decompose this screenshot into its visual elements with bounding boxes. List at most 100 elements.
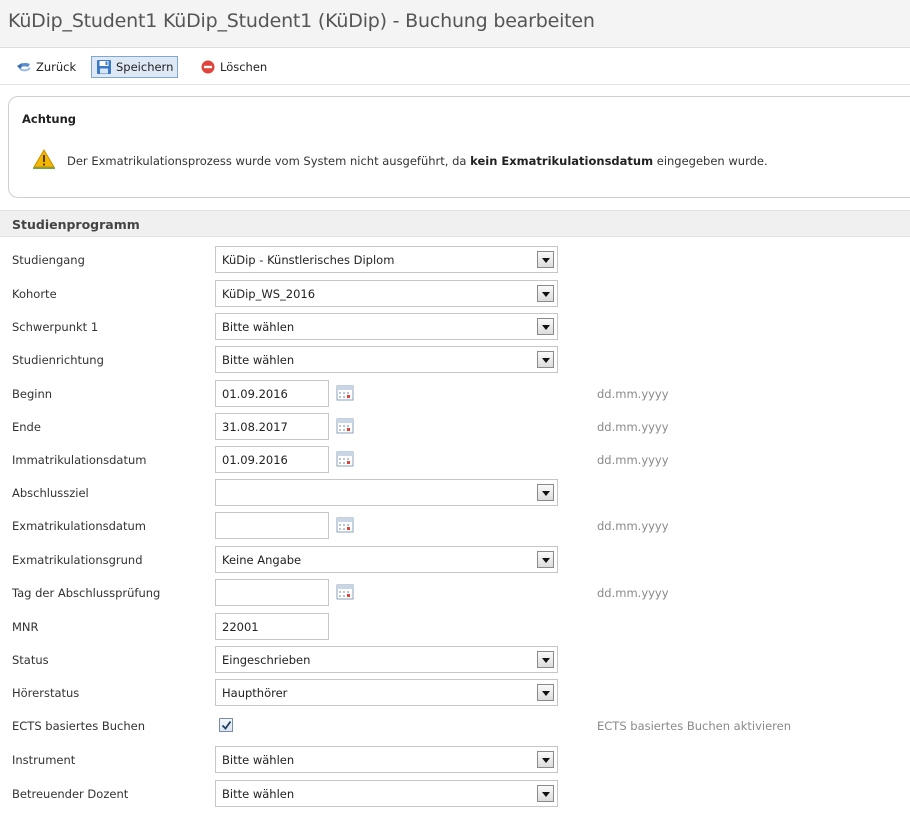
chevron-down-icon[interactable] [537,318,554,335]
field-label: Tag der Abschlussprüfung [12,586,161,600]
delete-button[interactable]: Löschen [196,56,271,78]
input-value: 22001 [222,620,259,634]
alert-message-text: Der Exmatrikulationsprozess wurde vom Sy… [67,154,471,168]
back-button-label: Zurück [36,60,77,74]
field-label: Exmatrikulationsdatum [12,519,146,533]
calendar-icon[interactable] [336,517,354,533]
alert-message-suffix: eingegeben wurde. [653,154,768,168]
save-button[interactable]: Speichern [91,56,179,78]
instrument-select[interactable]: Bitte wählen [215,746,558,773]
exmatrikulationsgrund-select[interactable]: Keine Angabe [215,546,558,573]
select-value: Bitte wählen [222,753,295,767]
exmatrikulationsdatum-date-input[interactable] [215,512,329,539]
section-header: Studienprogramm [0,210,910,237]
warning-triangle-icon [33,149,55,169]
hoererstatus-select[interactable]: Haupthörer [215,679,558,706]
date-format-hint: dd.mm.yyyy [597,586,669,600]
immatrikulationsdatum-date-input[interactable]: 01.09.2016 [215,446,329,473]
chevron-down-icon[interactable] [537,351,554,368]
form-row-exmatrikulationsdatum: Exmatrikulationsdatum dd.mm.yyyy [0,512,910,542]
select-value: KüDip - Künstlerisches Diplom [222,253,395,267]
beginn-date-input[interactable]: 01.09.2016 [215,380,329,407]
field-label: Studienrichtung [12,353,104,367]
field-label: MNR [12,620,39,634]
calendar-icon[interactable] [336,418,354,434]
form-row-abschlussziel: Abschlussziel [0,479,910,509]
dozent-select[interactable]: Bitte wählen [215,780,558,807]
section-title: Studienprogramm [12,217,140,232]
ects-checkbox[interactable] [219,718,233,732]
toolbar: Zurück Speichern Löschen [0,49,910,85]
field-label: Status [12,653,49,667]
form-row-status: Status Eingeschrieben [0,646,910,676]
studiengang-select[interactable]: KüDip - Künstlerisches Diplom [215,246,558,273]
save-button-label: Speichern [116,60,174,74]
back-button[interactable]: Zurück [12,56,80,78]
page-title: KüDip_Student1 KüDip_Student1 (KüDip) - … [8,10,595,32]
form-row-instrument: Instrument Bitte wählen [0,746,910,776]
chevron-down-icon[interactable] [537,785,554,802]
chevron-down-icon[interactable] [537,651,554,668]
select-value: Bitte wählen [222,353,295,367]
form-row-beginn: Beginn 01.09.2016 dd.mm.yyyy [0,380,910,410]
alert-message: Der Exmatrikulationsprozess wurde vom Sy… [67,154,768,168]
checkmark-icon [221,720,232,730]
date-format-hint: dd.mm.yyyy [597,420,669,434]
abschlussziel-select[interactable] [215,479,558,506]
abschlusspruefung-date-input[interactable] [215,579,329,606]
input-value: 31.08.2017 [222,420,288,434]
field-label: Kohorte [12,287,57,301]
form-row-mnr: MNR 22001 [0,613,910,643]
studienrichtung-select[interactable]: Bitte wählen [215,346,558,373]
field-label: ECTS basiertes Buchen [12,719,145,733]
select-value: Keine Angabe [222,553,302,567]
field-label: Studiengang [12,253,85,267]
select-value: Eingeschrieben [222,653,311,667]
field-label: Betreuender Dozent [12,787,129,801]
chevron-down-icon[interactable] [537,684,554,701]
alert-message-emphasis: kein Exmatrikulationsdatum [470,154,654,168]
field-label: Ende [12,420,41,434]
select-value: Haupthörer [222,686,288,700]
form-row-ects: ECTS basiertes Buchen ECTS basiertes Buc… [0,712,910,742]
date-format-hint: dd.mm.yyyy [597,453,669,467]
form-row-ende: Ende 31.08.2017 dd.mm.yyyy [0,413,910,443]
calendar-icon[interactable] [336,385,354,401]
form-row-abschlusspruefung: Tag der Abschlussprüfung dd.mm.yyyy [0,579,910,609]
chevron-down-icon[interactable] [537,251,554,268]
select-value: Bitte wählen [222,787,295,801]
chevron-down-icon[interactable] [537,551,554,568]
status-select[interactable]: Eingeschrieben [215,646,558,673]
field-label: Instrument [12,753,76,767]
form-row-studiengang: Studiengang KüDip - Künstlerisches Diplo… [0,246,910,276]
field-label: Exmatrikulationsgrund [12,553,143,567]
select-value: KüDip_WS_2016 [222,287,316,301]
ende-date-input[interactable]: 31.08.2017 [215,413,329,440]
input-value: 01.09.2016 [222,387,288,401]
mnr-input[interactable]: 22001 [215,613,329,640]
form-row-kohorte: Kohorte KüDip_WS_2016 [0,280,910,310]
date-format-hint: dd.mm.yyyy [597,519,669,533]
save-disk-icon [96,59,112,75]
field-label: Immatrikulationsdatum [12,453,147,467]
field-label: Abschlussziel [12,486,89,500]
delete-minus-icon [200,59,216,75]
chevron-down-icon[interactable] [537,285,554,302]
field-label: Hörerstatus [12,686,80,700]
chevron-down-icon[interactable] [537,751,554,768]
form-row-studienrichtung: Studienrichtung Bitte wählen [0,346,910,376]
schwerpunkt-select[interactable]: Bitte wählen [215,313,558,340]
alert-title: Achtung [22,112,77,126]
kohorte-select[interactable]: KüDip_WS_2016 [215,280,558,307]
chevron-down-icon[interactable] [537,484,554,501]
calendar-icon[interactable] [336,451,354,467]
field-label: Beginn [12,387,53,401]
form-row-hoererstatus: Hörerstatus Haupthörer [0,679,910,709]
field-label: Schwerpunkt 1 [12,320,99,334]
calendar-icon[interactable] [336,584,354,600]
input-value: 01.09.2016 [222,453,288,467]
title-bar: KüDip_Student1 KüDip_Student1 (KüDip) - … [0,0,910,48]
form-row-immatrikulationsdatum: Immatrikulationsdatum 01.09.2016 dd.mm.y… [0,446,910,476]
form-row-dozent: Betreuender Dozent Bitte wählen [0,780,910,810]
ects-hint: ECTS basiertes Buchen aktivieren [597,719,791,733]
